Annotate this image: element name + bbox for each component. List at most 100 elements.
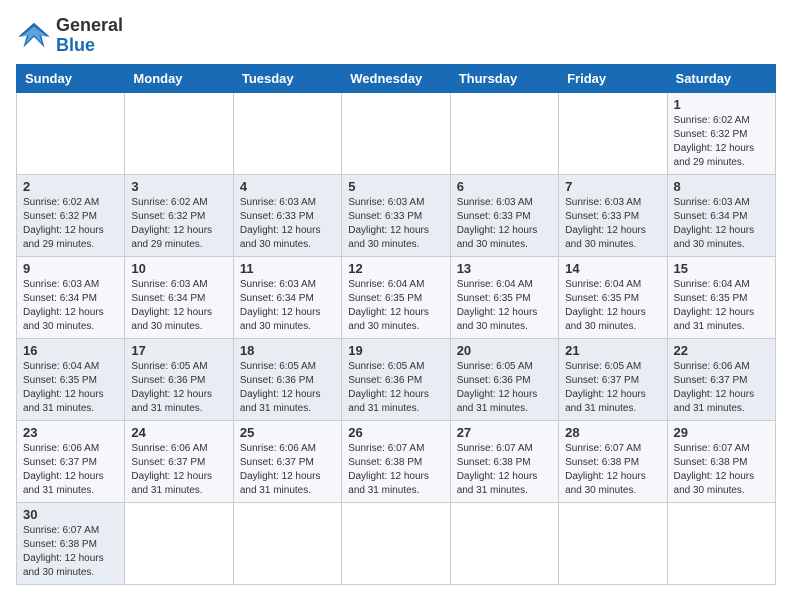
calendar-cell: 1 Sunrise: 6:02 AMSunset: 6:32 PMDaylight… (667, 92, 775, 174)
day-info: Sunrise: 6:02 AMSunset: 6:32 PMDaylight:… (23, 196, 118, 252)
calendar-cell (125, 92, 233, 174)
day-number: 26 (348, 425, 443, 440)
calendar-week-row: 16 Sunrise: 6:04 AMSunset: 6:35 PMDayligh… (17, 338, 776, 420)
day-info: Sunrise: 6:06 AMSunset: 6:37 PMDaylight:… (131, 442, 226, 498)
calendar-cell: 17Sunrise: 6:05 AMSunset: 6:36 PMDayligh… (125, 338, 233, 420)
day-number: 1 (674, 97, 769, 112)
day-number: 15 (674, 261, 769, 276)
day-info: Sunrise: 6:04 AMSunset: 6:35 PMDaylight:… (348, 278, 443, 334)
day-info: Sunrise: 6:03 AMSunset: 6:33 PMDaylight:… (565, 196, 660, 252)
calendar-week-row: 9 Sunrise: 6:03 AMSunset: 6:34 PMDaylight… (17, 256, 776, 338)
day-info: Sunrise: 6:02 AMSunset: 6:32 PMDaylight:… (674, 114, 769, 170)
day-info: Sunrise: 6:07 AMSunset: 6:38 PMDaylight:… (23, 524, 118, 580)
calendar-week-row: 23 Sunrise: 6:06 AMSunset: 6:37 PMDayligh… (17, 420, 776, 502)
day-number: 5 (348, 179, 443, 194)
page-header: General Blue (16, 16, 776, 56)
day-number: 8 (674, 179, 769, 194)
weekday-header-thursday: Thursday (450, 64, 558, 92)
calendar-cell: 24 Sunrise: 6:06 AMSunset: 6:37 PMDayligh… (125, 420, 233, 502)
calendar-cell: 6 Sunrise: 6:03 AMSunset: 6:33 PMDaylight… (450, 174, 558, 256)
day-number: 3 (131, 179, 226, 194)
calendar-cell: 11 Sunrise: 6:03 AMSunset: 6:34 PMDayligh… (233, 256, 341, 338)
calendar-cell (233, 502, 341, 584)
calendar-cell: 3Sunrise: 6:02 AMSunset: 6:32 PMDaylight… (125, 174, 233, 256)
day-number: 29 (674, 425, 769, 440)
day-info: Sunrise: 6:03 AMSunset: 6:34 PMDaylight:… (240, 278, 335, 334)
day-number: 7 (565, 179, 660, 194)
calendar-cell: 27 Sunrise: 6:07 AMSunset: 6:38 PMDayligh… (450, 420, 558, 502)
calendar-cell: 5 Sunrise: 6:03 AMSunset: 6:33 PMDaylight… (342, 174, 450, 256)
day-number: 18 (240, 343, 335, 358)
day-number: 6 (457, 179, 552, 194)
day-number: 16 (23, 343, 118, 358)
calendar-cell: 9Sunrise: 6:03 AMSunset: 6:34 PMDaylight… (17, 256, 125, 338)
day-info: Sunrise: 6:07 AMSunset: 6:38 PMDaylight:… (457, 442, 552, 498)
calendar-cell (342, 502, 450, 584)
weekday-header-friday: Friday (559, 64, 667, 92)
calendar-cell: 20Sunrise: 6:05 AMSunset: 6:36 PMDayligh… (450, 338, 558, 420)
calendar-cell: 14Sunrise: 6:04 AMSunset: 6:35 PMDayligh… (559, 256, 667, 338)
weekday-header-saturday: Saturday (667, 64, 775, 92)
day-info: Sunrise: 6:05 AMSunset: 6:36 PMDaylight:… (348, 360, 443, 416)
calendar-cell: 12 Sunrise: 6:04 AMSunset: 6:35 PMDayligh… (342, 256, 450, 338)
calendar-table: SundayMondayTuesdayWednesdayThursdayFrid… (16, 64, 776, 585)
day-number: 27 (457, 425, 552, 440)
calendar-cell: 7 Sunrise: 6:03 AMSunset: 6:33 PMDaylight… (559, 174, 667, 256)
day-info: Sunrise: 6:07 AMSunset: 6:38 PMDaylight:… (674, 442, 769, 498)
day-number: 23 (23, 425, 118, 440)
calendar-week-row: 30Sunrise: 6:07 AMSunset: 6:38 PMDayligh… (17, 502, 776, 584)
day-number: 14 (565, 261, 660, 276)
calendar-cell: 8Sunrise: 6:03 AMSunset: 6:34 PMDaylight… (667, 174, 775, 256)
day-info: Sunrise: 6:03 AMSunset: 6:34 PMDaylight:… (131, 278, 226, 334)
calendar-cell: 18Sunrise: 6:05 AMSunset: 6:36 PMDayligh… (233, 338, 341, 420)
day-number: 12 (348, 261, 443, 276)
day-info: Sunrise: 6:06 AMSunset: 6:37 PMDaylight:… (674, 360, 769, 416)
calendar-cell: 19 Sunrise: 6:05 AMSunset: 6:36 PMDayligh… (342, 338, 450, 420)
calendar-cell (17, 92, 125, 174)
day-number: 17 (131, 343, 226, 358)
logo: General Blue (16, 16, 123, 56)
logo-icon (16, 21, 52, 51)
day-number: 2 (23, 179, 118, 194)
calendar-cell (342, 92, 450, 174)
day-info: Sunrise: 6:03 AMSunset: 6:33 PMDaylight:… (457, 196, 552, 252)
calendar-week-row: 1 Sunrise: 6:02 AMSunset: 6:32 PMDaylight… (17, 92, 776, 174)
calendar-cell: 21Sunrise: 6:05 AMSunset: 6:37 PMDayligh… (559, 338, 667, 420)
day-number: 22 (674, 343, 769, 358)
weekday-header-tuesday: Tuesday (233, 64, 341, 92)
calendar-cell: 29 Sunrise: 6:07 AMSunset: 6:38 PMDayligh… (667, 420, 775, 502)
day-info: Sunrise: 6:03 AMSunset: 6:33 PMDaylight:… (348, 196, 443, 252)
calendar-cell (667, 502, 775, 584)
day-info: Sunrise: 6:07 AMSunset: 6:38 PMDaylight:… (565, 442, 660, 498)
calendar-week-row: 2 Sunrise: 6:02 AMSunset: 6:32 PMDaylight… (17, 174, 776, 256)
day-info: Sunrise: 6:04 AMSunset: 6:35 PMDaylight:… (23, 360, 118, 416)
calendar-cell: 28Sunrise: 6:07 AMSunset: 6:38 PMDayligh… (559, 420, 667, 502)
calendar-cell: 13Sunrise: 6:04 AMSunset: 6:35 PMDayligh… (450, 256, 558, 338)
day-info: Sunrise: 6:06 AMSunset: 6:37 PMDaylight:… (240, 442, 335, 498)
day-number: 11 (240, 261, 335, 276)
day-info: Sunrise: 6:03 AMSunset: 6:33 PMDaylight:… (240, 196, 335, 252)
calendar-cell: 10 Sunrise: 6:03 AMSunset: 6:34 PMDayligh… (125, 256, 233, 338)
day-number: 19 (348, 343, 443, 358)
day-number: 9 (23, 261, 118, 276)
weekday-header-monday: Monday (125, 64, 233, 92)
calendar-cell (450, 502, 558, 584)
day-number: 13 (457, 261, 552, 276)
day-info: Sunrise: 6:04 AMSunset: 6:35 PMDaylight:… (674, 278, 769, 334)
calendar-cell: 15 Sunrise: 6:04 AMSunset: 6:35 PMDayligh… (667, 256, 775, 338)
day-number: 24 (131, 425, 226, 440)
calendar-cell (450, 92, 558, 174)
calendar-header-row: SundayMondayTuesdayWednesdayThursdayFrid… (17, 64, 776, 92)
weekday-header-wednesday: Wednesday (342, 64, 450, 92)
day-number: 21 (565, 343, 660, 358)
calendar-cell: 30Sunrise: 6:07 AMSunset: 6:38 PMDayligh… (17, 502, 125, 584)
calendar-cell (125, 502, 233, 584)
calendar-cell (559, 92, 667, 174)
day-number: 10 (131, 261, 226, 276)
calendar-cell: 23Sunrise: 6:06 AMSunset: 6:37 PMDayligh… (17, 420, 125, 502)
calendar-cell: 25Sunrise: 6:06 AMSunset: 6:37 PMDayligh… (233, 420, 341, 502)
calendar-cell: 26Sunrise: 6:07 AMSunset: 6:38 PMDayligh… (342, 420, 450, 502)
calendar-cell (559, 502, 667, 584)
day-info: Sunrise: 6:05 AMSunset: 6:36 PMDaylight:… (457, 360, 552, 416)
calendar-cell: 22 Sunrise: 6:06 AMSunset: 6:37 PMDayligh… (667, 338, 775, 420)
